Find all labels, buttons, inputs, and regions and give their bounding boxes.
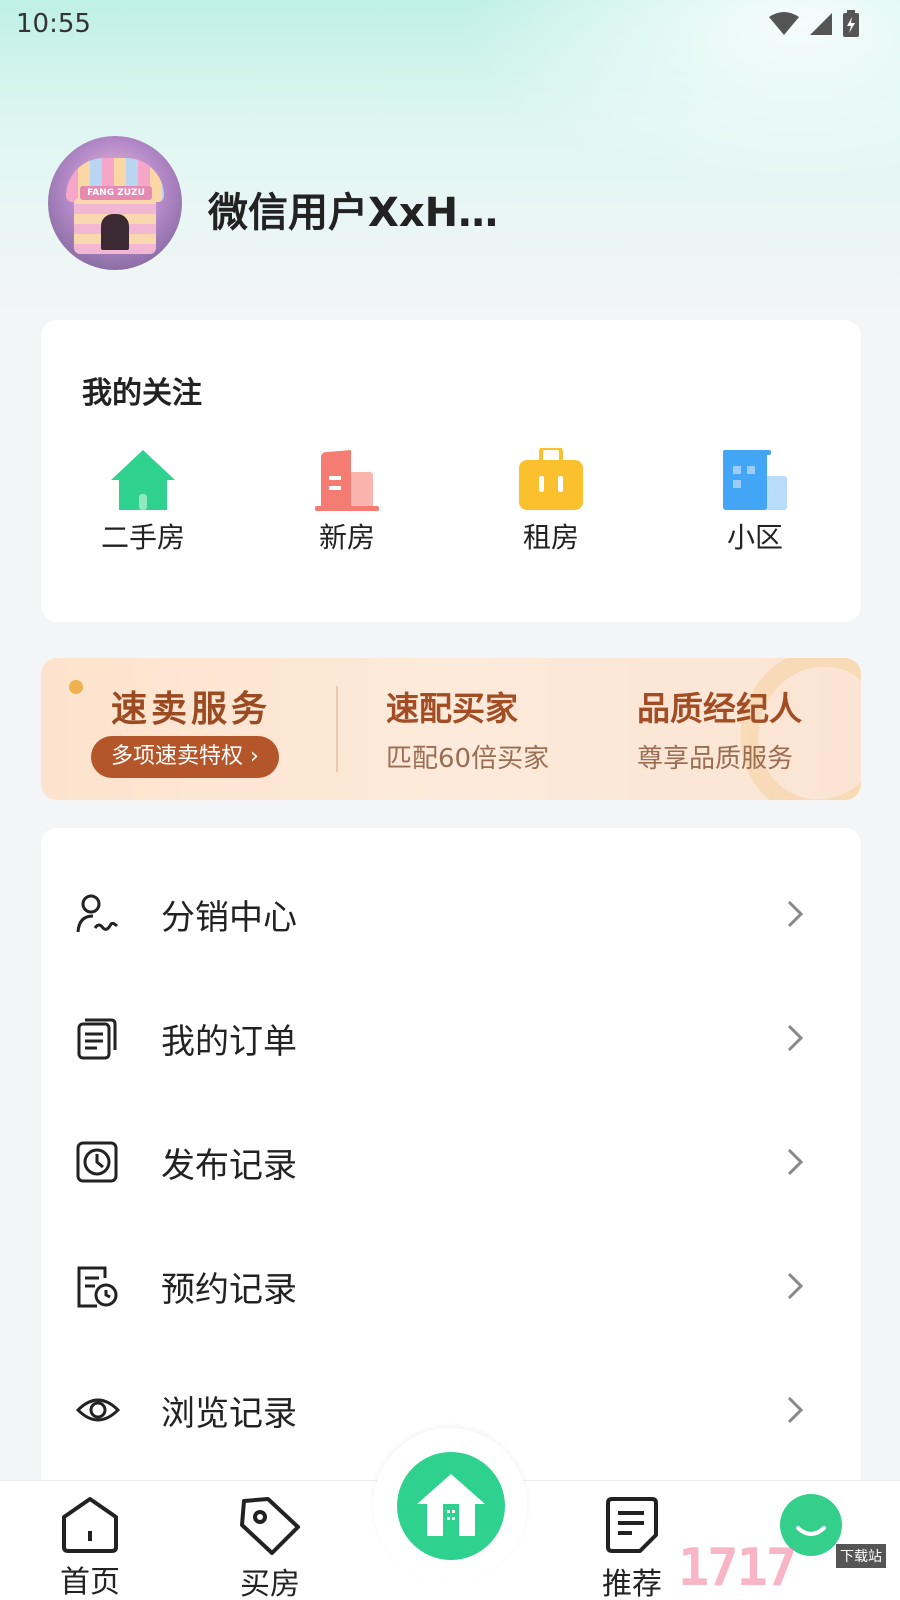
follow-item-rent[interactable]: 租房 [491,448,611,556]
battery-icon [843,10,859,37]
house-building-icon [417,1474,485,1536]
username[interactable]: 微信用户XxH… [208,180,498,238]
nav-recommend[interactable]: 推荐 [582,1495,682,1600]
signal-icon [810,13,832,35]
appointment-icon [77,1266,118,1308]
nav-buy[interactable]: 买房 [220,1495,320,1600]
center-home-button[interactable] [397,1452,505,1560]
status-icons [768,10,860,38]
document-icon [606,1497,658,1553]
quick-sell-title: 速卖服务 [111,689,272,730]
community-icon [723,450,787,510]
tag-icon [240,1497,300,1555]
banner-divider [336,686,338,772]
avatar-sign: FANG ZUZU [80,186,152,200]
menu-item-appointments[interactable]: 预约记录 [41,1224,861,1348]
eye-icon [75,1398,121,1422]
watermark: 1717 [678,1538,797,1598]
match-buyer-subtitle: 匹配60倍买家 [386,744,550,774]
my-follow-card: 我的关注 二手房 新房 租房 小区 [41,320,861,622]
orders-icon [77,1018,117,1060]
quick-sell-button[interactable]: 多项速卖特权 › [91,736,279,778]
menu-item-distribution[interactable]: 分销中心 [41,852,861,976]
menu-item-publish-records[interactable]: 发布记录 [41,1100,861,1224]
quality-agent-title: 品质经纪人 [637,689,802,728]
nav-home[interactable]: 首页 [40,1495,140,1600]
watermark-tag: 下载站 [836,1544,886,1568]
status-time: 10:55 [16,9,91,39]
follow-title: 我的关注 [82,376,202,411]
menu-list: 分销中心 我的订单 发布记录 预约记录 浏览记录 [41,828,861,1488]
chevron-right-icon [787,900,804,928]
user-sign-icon [76,894,119,933]
chevron-right-icon [787,1148,804,1176]
follow-item-second-hand[interactable]: 二手房 [83,448,203,556]
house-icon [111,450,175,510]
wifi-icon [769,12,799,35]
clock-icon [76,1141,118,1183]
chevron-right-icon [787,1024,804,1052]
suitcase-icon [519,448,583,510]
building-icon [315,450,379,511]
chevron-right-icon [787,1396,804,1424]
avatar[interactable]: FANG ZUZU [48,136,182,270]
status-bar: 10:55 [0,0,900,50]
chevron-right-icon [787,1272,804,1300]
quality-agent-subtitle: 尊享品质服务 [637,744,794,774]
quick-sell-banner[interactable]: 速卖服务 多项速卖特权 › 速配买家 匹配60倍买家 品质经纪人 尊享品质服务 [41,658,861,800]
match-buyer-title: 速配买家 [386,689,518,728]
follow-item-new-house[interactable]: 新房 [287,448,407,556]
follow-item-community[interactable]: 小区 [695,448,815,556]
menu-item-orders[interactable]: 我的订单 [41,976,861,1100]
banner-dot [69,680,83,694]
home-outline-icon [62,1497,118,1553]
